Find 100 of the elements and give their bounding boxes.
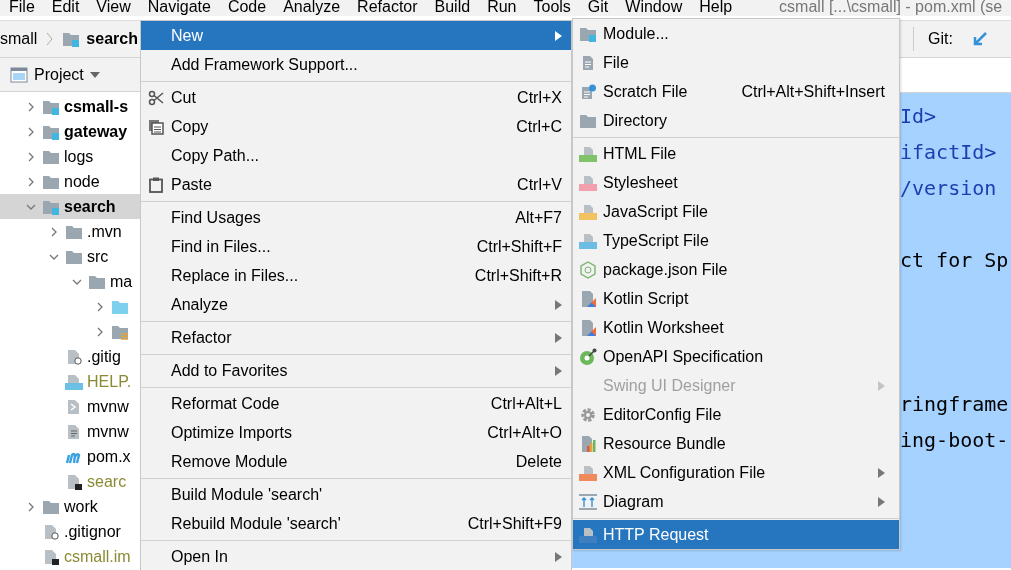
menu-item[interactable]: HTML File <box>573 139 899 168</box>
panel-title[interactable]: Project <box>34 65 84 84</box>
module-folder-icon <box>579 25 597 42</box>
arrow-icon[interactable] <box>971 30 989 48</box>
menu-item[interactable]: Cut Ctrl+X <box>141 83 571 112</box>
menu-bar-item[interactable]: Refactor <box>357 0 418 16</box>
menu-bar-item[interactable]: Build <box>434 0 471 16</box>
tree-item-label: search <box>64 197 116 216</box>
menu-bar-item[interactable]: Navigate <box>147 0 211 16</box>
menu-bar-item[interactable]: Help <box>699 0 733 16</box>
menu-item[interactable]: File <box>573 48 899 77</box>
menu-bar-item[interactable]: Run <box>487 0 517 16</box>
tree-row[interactable]: csmall-s <box>0 94 140 119</box>
tree-item-label: searc <box>87 472 127 491</box>
menu-item[interactable]: Find in Files... Ctrl+Shift+F <box>141 232 571 261</box>
menu-item[interactable]: Rebuild Module 'search' Ctrl+Shift+F9 <box>141 509 571 538</box>
file-type-icon <box>579 526 597 543</box>
menu-item[interactable]: Replace in Files... Ctrl+Shift+R <box>141 261 571 290</box>
module-folder-icon <box>42 123 60 140</box>
module-folder-icon <box>62 31 81 47</box>
breadcrumb-item[interactable]: search <box>86 30 138 48</box>
menu-item[interactable]: JavaScript File <box>573 197 899 226</box>
tree-row[interactable]: work <box>0 494 140 519</box>
menu-item[interactable]: package.json File <box>573 255 899 284</box>
kotlin-file-icon <box>579 289 597 308</box>
menu-item[interactable]: Scratch File Ctrl+Alt+Shift+Insert <box>573 77 899 106</box>
menu-bar-item[interactable]: File <box>9 0 35 16</box>
tree-row[interactable]: HELP. <box>0 369 140 394</box>
tree-row[interactable]: csmall.im <box>0 544 140 569</box>
menu-item[interactable]: New <box>141 21 571 50</box>
menu-item[interactable]: Refactor <box>141 323 571 352</box>
menu-bar-item[interactable]: Window <box>625 0 683 16</box>
file-icon <box>42 548 60 565</box>
menu-item[interactable]: Paste Ctrl+V <box>141 170 571 199</box>
code-text: ifactId> <box>900 140 997 164</box>
menu-bar-item[interactable]: Tools <box>533 0 571 16</box>
tree-row[interactable]: node <box>0 169 140 194</box>
menu-item[interactable]: TypeScript File <box>573 226 899 255</box>
window-icon <box>10 66 28 83</box>
menu-item[interactable]: HTTP Request <box>573 520 899 549</box>
menu-item[interactable]: Analyze <box>141 290 571 319</box>
menu-item[interactable]: Copy Path... <box>141 141 571 170</box>
code-text: ing-boot- <box>900 428 1009 452</box>
shortcut-text: Ctrl+V <box>517 175 562 194</box>
menu-item[interactable]: Find Usages Alt+F7 <box>141 203 571 232</box>
menu-item[interactable]: OpenAPI Specification <box>573 342 899 371</box>
module-folder-icon <box>42 98 60 115</box>
tree-item-label: pom.x <box>87 447 131 466</box>
menu-item[interactable]: EditorConfig File <box>573 400 899 429</box>
folder-icon <box>579 112 597 129</box>
menu-bar-item[interactable]: Code <box>227 0 267 16</box>
file-icon <box>65 348 83 365</box>
menu-item[interactable]: Optimize Imports Ctrl+Alt+O <box>141 418 571 447</box>
tree-row[interactable]: .gitig <box>0 344 140 369</box>
menu-item[interactable]: Directory <box>573 106 899 135</box>
menu-item[interactable]: Reformat Code Ctrl+Alt+L <box>141 389 571 418</box>
folder-icon <box>65 248 83 265</box>
scratch-file-icon <box>579 83 597 100</box>
shortcut-text: Delete <box>515 452 562 471</box>
tree-row[interactable]: mvnw <box>0 394 140 419</box>
tree-row[interactable]: pom.x <box>0 444 140 469</box>
menu-item[interactable]: Remove Module Delete <box>141 447 571 476</box>
menu-bar-item[interactable]: Edit <box>51 0 80 16</box>
menu-item[interactable]: Open In <box>141 542 571 570</box>
shortcut-text: Ctrl+Alt+Shift+Insert <box>741 82 885 101</box>
caret-icon[interactable] <box>89 71 100 78</box>
menu-item[interactable]: Build Module 'search' <box>141 480 571 509</box>
tree-item-label: mvnw <box>87 397 129 416</box>
menu-bar-item[interactable]: Analyze <box>283 0 341 16</box>
tree-row[interactable]: src <box>0 244 140 269</box>
menu-item[interactable]: Copy Ctrl+C <box>141 112 571 141</box>
tree-row[interactable]: logs <box>0 144 140 169</box>
tree-row[interactable]: search <box>0 194 140 219</box>
menu-item[interactable]: XML Configuration File <box>573 458 899 487</box>
menu-item[interactable]: Resource Bundle <box>573 429 899 458</box>
menu-bar-item[interactable]: Git <box>587 0 609 16</box>
tree-row[interactable]: gateway <box>0 119 140 144</box>
menu-item[interactable]: Diagram <box>573 487 899 516</box>
menu-item[interactable]: Stylesheet <box>573 168 899 197</box>
tree-row[interactable]: ma <box>0 269 140 294</box>
menu-item[interactable]: Add to Favorites <box>141 356 571 385</box>
folder-icon <box>42 148 60 165</box>
menu-bar-item[interactable]: View <box>96 0 131 16</box>
file-type-icon <box>579 145 597 162</box>
breadcrumb-item[interactable]: small <box>0 30 38 48</box>
folder-icon <box>88 273 106 290</box>
openapi-icon <box>579 347 597 366</box>
menu-item[interactable]: Kotlin Script <box>573 284 899 313</box>
menu-item[interactable]: Add Framework Support... <box>141 50 571 79</box>
chevron-icon <box>46 32 54 46</box>
scissors-icon <box>148 89 164 106</box>
menu-item[interactable]: Kotlin Worksheet <box>573 313 899 342</box>
tree-row[interactable]: mvnw <box>0 419 140 444</box>
shortcut-text: Ctrl+Shift+F <box>476 237 562 256</box>
code-text: ct for Sp <box>900 248 1009 272</box>
menu-item[interactable]: Module... <box>573 19 899 48</box>
tree-item-label: ma <box>110 272 133 291</box>
tree-row[interactable]: searc <box>0 469 140 494</box>
tree-row[interactable]: .gitignor <box>0 519 140 544</box>
tree-row[interactable]: .mvn <box>0 219 140 244</box>
